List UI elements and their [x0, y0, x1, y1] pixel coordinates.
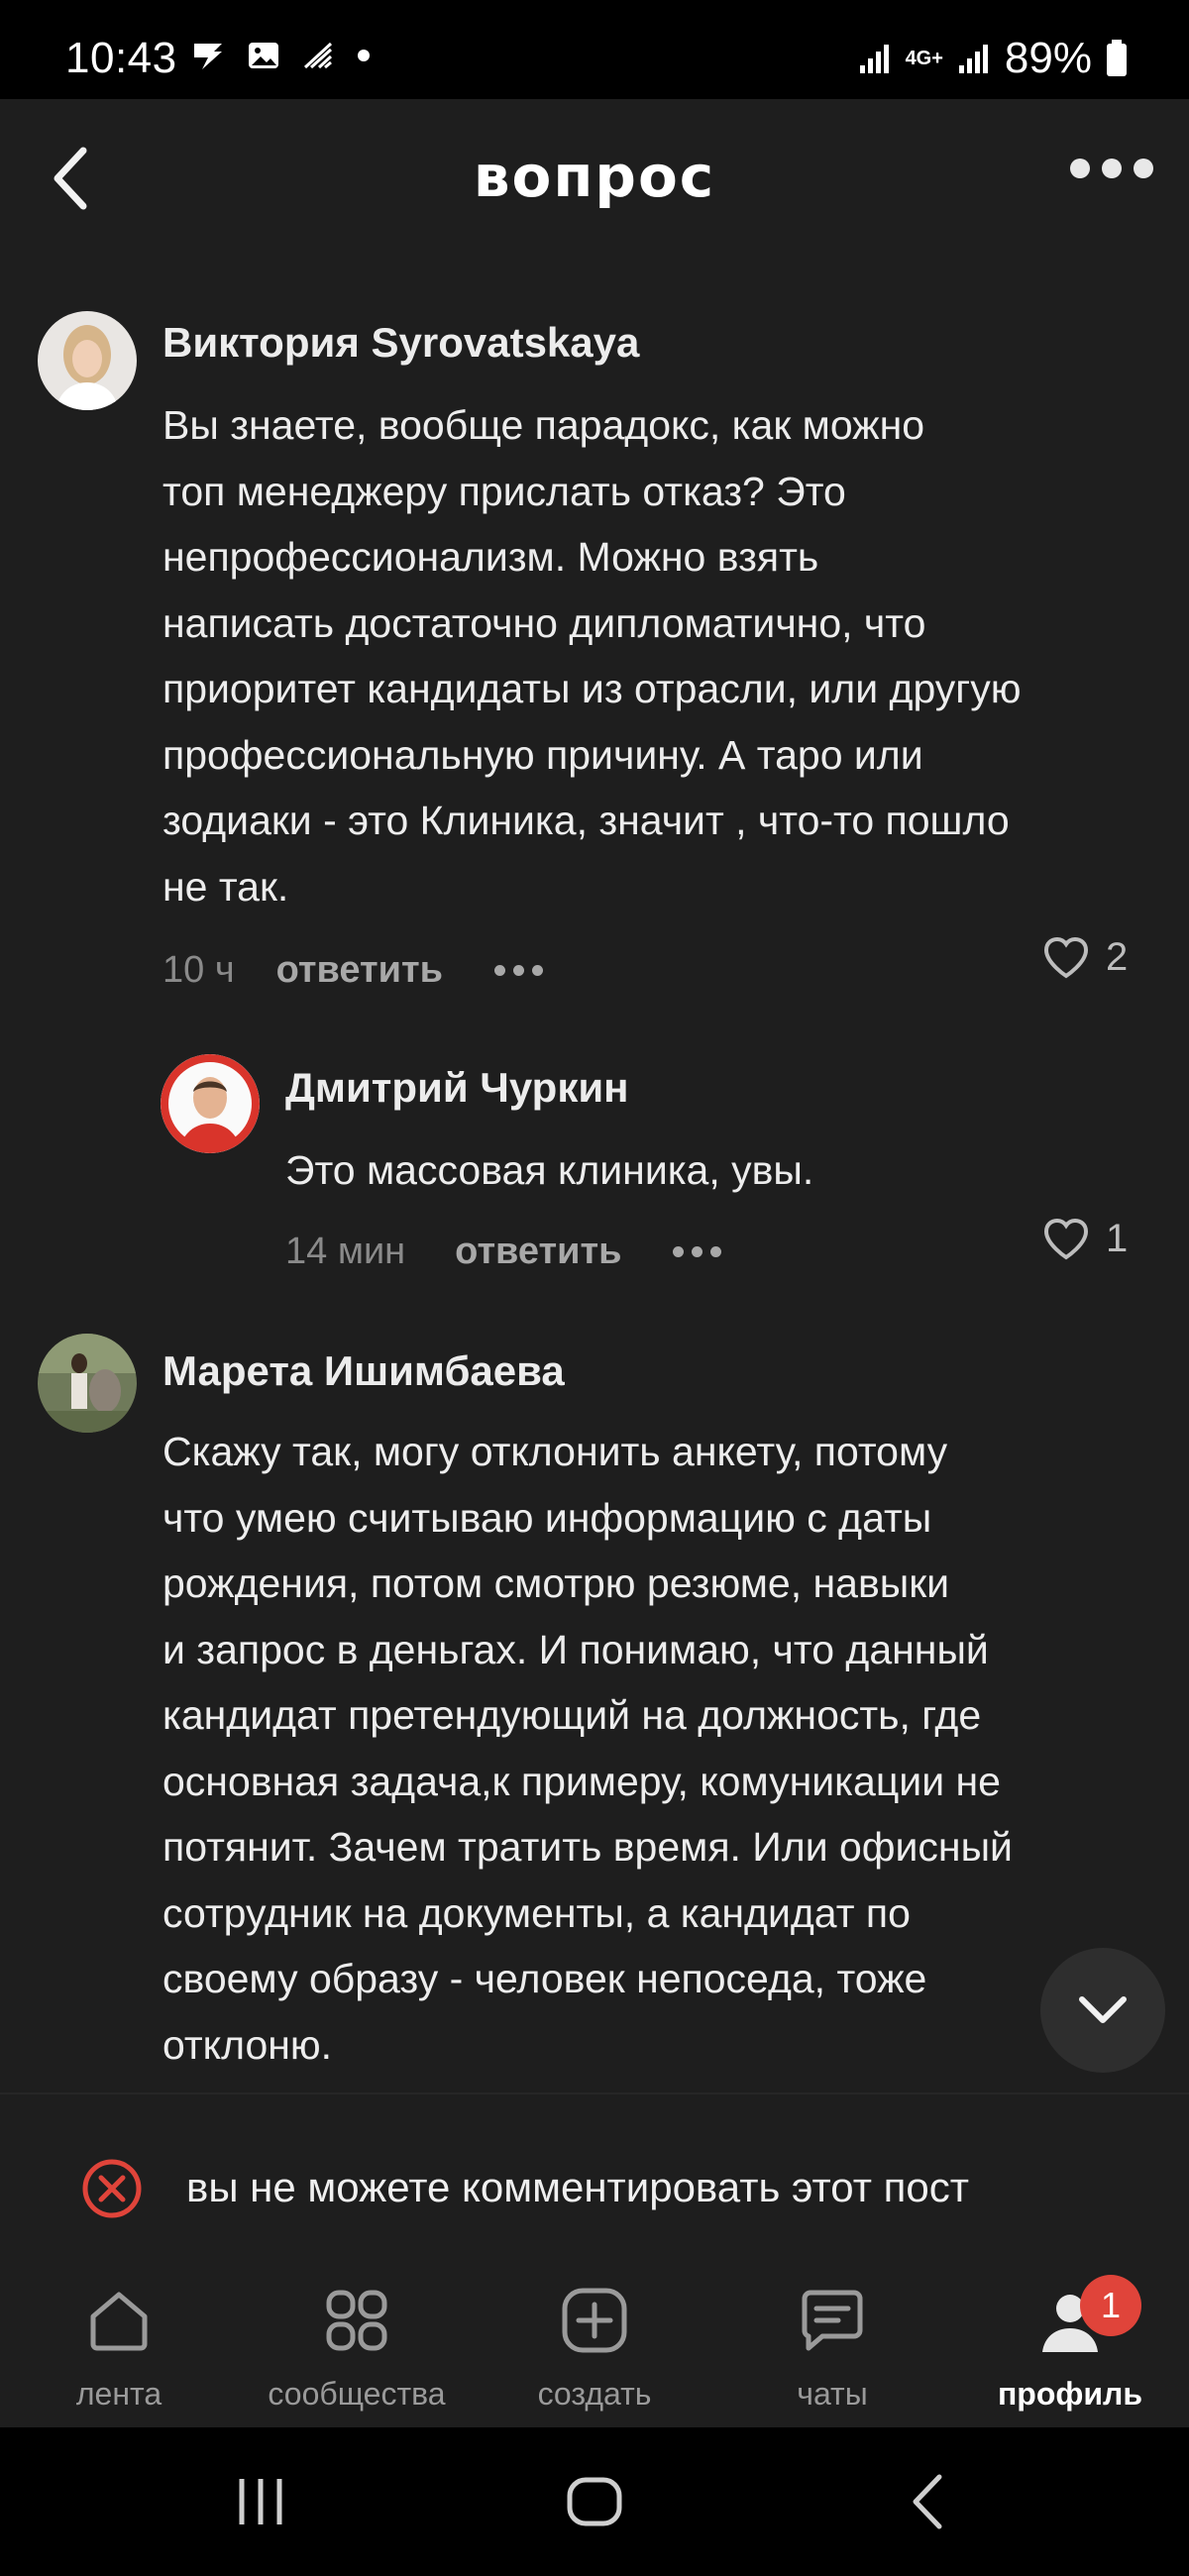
- chat-icon: [802, 2290, 863, 2351]
- comment-more-button[interactable]: [673, 1246, 722, 1257]
- notice-text: вы не можете комментировать этот пост: [186, 2164, 969, 2210]
- comment-time: 10 ч: [162, 949, 235, 991]
- comment-line: Вы знаете, вообще парадокс, как можно: [162, 402, 925, 448]
- comment-line: отклоню.: [162, 2021, 333, 2068]
- nav-label: сообщества: [268, 2376, 446, 2412]
- nav-item-communities[interactable]: сообщества: [238, 2271, 476, 2427]
- comment-text: Вы знаете, вообще парадокс, как можно то…: [162, 392, 1189, 919]
- like-count: 2: [1106, 935, 1129, 979]
- comment-line: сотрудник на документы, а кандидат по: [162, 1889, 911, 1936]
- signal-icon-2: [958, 45, 988, 73]
- nav-label: создать: [537, 2376, 652, 2412]
- dot-icon: [358, 50, 370, 61]
- comment-line: не так.: [162, 863, 289, 910]
- battery-percent: 89%: [1004, 34, 1092, 82]
- plus-square-icon: [562, 2288, 627, 2353]
- comment-meta: 10 ч ответить: [162, 949, 543, 992]
- recent-apps-icon[interactable]: [234, 2475, 287, 2528]
- network-type: 4G+: [905, 48, 943, 69]
- status-time: 10:43: [65, 34, 177, 82]
- scroll-down-button[interactable]: [1040, 1948, 1165, 2073]
- comment-line: кандидат претендующий на должность, где: [162, 1692, 982, 1738]
- like-button[interactable]: 2: [1042, 935, 1128, 980]
- comment-author[interactable]: Виктория Syrovatskaya: [162, 319, 639, 367]
- notification-app-icon: [194, 44, 222, 69]
- system-navigation-bar: [0, 2427, 1189, 2576]
- heart-icon: [1043, 936, 1089, 978]
- comment-line: рождения, потом смотрю резюме, навыки: [162, 1560, 950, 1606]
- bottom-navigation: лента сообщества создать чаты профиль: [0, 2271, 1189, 2427]
- status-right: 4G+ 89%: [858, 34, 1128, 83]
- notification-badge: 1: [1080, 2275, 1141, 2336]
- comment-line: зодиаки - это Клиника, значит , что-то п…: [162, 798, 1010, 843]
- more-dot-icon: [1070, 159, 1090, 178]
- nav-label: чаты: [797, 2376, 868, 2412]
- more-dot-icon: [1102, 159, 1122, 178]
- comment-line: своему образу - человек непоседа, тоже: [162, 1956, 927, 2001]
- battery-icon: [1107, 40, 1127, 76]
- nav-label: профиль: [997, 2376, 1143, 2412]
- comment-text: Это массовая клиника, увы.: [285, 1137, 1177, 1204]
- heart-icon: [1043, 1218, 1089, 1259]
- error-circle-icon: [82, 2159, 142, 2218]
- comment-more-button[interactable]: [493, 965, 543, 976]
- status-bar: 10:43 4G+ 89%: [0, 0, 1189, 99]
- gallery-icon: [249, 43, 278, 68]
- app-header: вопрос: [0, 99, 1189, 258]
- comment-line: Скажу так, могу отклонить анкету, потому: [162, 1429, 948, 1474]
- comment-line: и запрос в деньгах. И понимаю, что данны…: [162, 1626, 989, 1672]
- comment-time: 14 мин: [285, 1231, 406, 1272]
- page-title: вопрос: [473, 143, 716, 210]
- nav-label: лента: [75, 2376, 162, 2412]
- system-back-icon[interactable]: [908, 2473, 947, 2530]
- more-dot-icon: [1134, 159, 1153, 178]
- comment-author[interactable]: Марета Ишимбаева: [162, 1347, 565, 1395]
- avatar[interactable]: [38, 311, 137, 410]
- comment-line: написать достаточно дипломатично, что: [162, 599, 926, 646]
- nav-item-chats[interactable]: чаты: [713, 2271, 951, 2427]
- like-button[interactable]: 1: [1042, 1217, 1128, 1261]
- comment-author[interactable]: Дмитрий Чуркин: [285, 1064, 629, 1112]
- comment-line: Это массовая клиника, увы.: [285, 1147, 814, 1193]
- wifi-calls-icon: [303, 42, 333, 69]
- comment-line: основная задача,к примеру, комуникации н…: [162, 1758, 1001, 1804]
- chevron-down-icon: [1079, 1996, 1127, 2023]
- comments-disabled-notice: вы не можете комментировать этот пост: [0, 2093, 1189, 2271]
- nav-item-profile[interactable]: профиль: [951, 2271, 1189, 2427]
- comment-line: потянит. Зачем тратить время. Или офисны…: [162, 1824, 1013, 1870]
- like-count: 1: [1106, 1217, 1129, 1260]
- home-button-icon[interactable]: [565, 2475, 624, 2528]
- avatar[interactable]: [38, 1334, 137, 1433]
- reply-button[interactable]: ответить: [455, 1231, 621, 1273]
- grid-icon: [326, 2290, 387, 2351]
- signal-icon: [859, 45, 889, 73]
- avatar[interactable]: [161, 1054, 260, 1153]
- comment-line: топ менеджеру прислать отказ? Это: [162, 468, 846, 514]
- comment-meta: 14 мин ответить: [285, 1231, 722, 1273]
- home-icon: [90, 2292, 148, 2351]
- nav-item-feed[interactable]: лента: [0, 2271, 238, 2427]
- comment-line: приоритет кандидаты из отрасли, или друг…: [162, 666, 1022, 711]
- nav-item-create[interactable]: создать: [476, 2271, 713, 2427]
- comment-line: непрофессионализм. Можно взять: [162, 534, 819, 580]
- comment-text: Скажу так, могу отклонить анкету, потому…: [162, 1419, 1189, 2078]
- comment-line: что умею считываю информацию с даты: [162, 1494, 932, 1541]
- more-options-button[interactable]: [1070, 159, 1153, 178]
- comment-line: профессиональную причину. А таро или: [162, 731, 923, 778]
- reply-button[interactable]: ответить: [276, 949, 443, 992]
- status-notification-icons: [190, 38, 371, 73]
